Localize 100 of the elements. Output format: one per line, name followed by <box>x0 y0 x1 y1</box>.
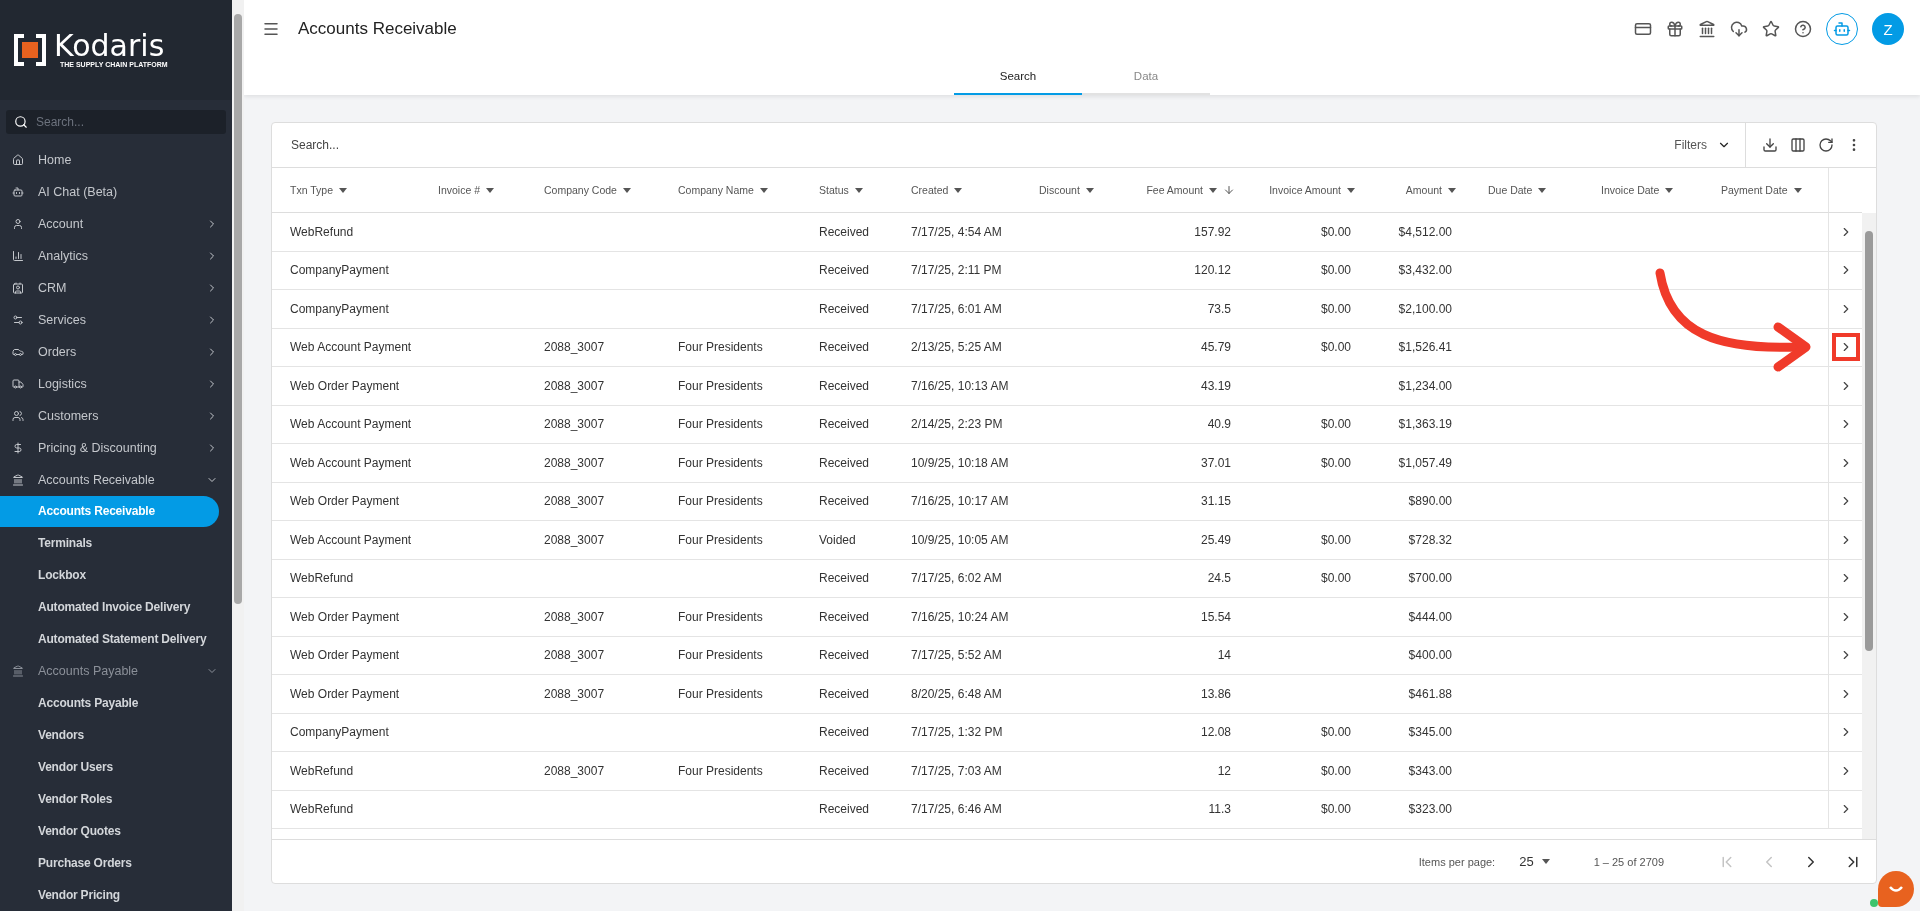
column-header[interactable]: Fee Amount <box>1143 168 1249 213</box>
table-cell: 2/14/25, 2:23 PM <box>911 417 1003 432</box>
table-cell: $1,234.00 <box>1398 378 1452 393</box>
sidebar-subitem[interactable]: Terminals <box>0 527 219 560</box>
sidebar-item[interactable]: Pricing & Discounting <box>0 431 232 464</box>
column-header[interactable]: Amount <box>1369 168 1470 213</box>
sidebar-subitem[interactable]: Automated Statement Delivery <box>0 623 219 656</box>
scrollbar[interactable] <box>1862 213 1876 839</box>
table-cell: CompanyPayment <box>290 725 389 740</box>
dropdown-icon <box>1538 187 1547 193</box>
chat-bubble-icon[interactable] <box>1878 871 1914 907</box>
sidebar-subitem[interactable]: Purchase Orders <box>0 847 219 880</box>
table-cell: Web Account Payment <box>290 340 412 355</box>
sidebar-subitem[interactable]: Automated Invoice Delivery <box>0 591 219 624</box>
table-cell: 2088_3007 <box>544 532 605 547</box>
tab[interactable]: Data <box>1082 58 1210 95</box>
table-cell: $0.00 <box>1320 224 1351 239</box>
column-header[interactable]: Company Name <box>660 168 801 213</box>
sidebar-subitem[interactable]: Lockbox <box>0 559 219 592</box>
help-icon[interactable] <box>1794 20 1812 38</box>
table-cell: $343.00 <box>1408 763 1452 778</box>
range-label: 1 – 25 of 2709 <box>1593 855 1664 868</box>
filters-button[interactable]: Filters <box>1674 123 1746 167</box>
table-cell: 15.54 <box>1200 609 1231 624</box>
sidebar-subitem[interactable]: Accounts Payable <box>0 687 219 720</box>
column-header[interactable]: Invoice Amount <box>1249 168 1369 213</box>
dropdown-icon <box>339 187 347 193</box>
column-header[interactable]: Due Date <box>1470 168 1583 213</box>
column-header[interactable]: Invoice Date <box>1583 168 1703 213</box>
page-size-select[interactable]: 25 <box>1519 854 1550 869</box>
column-header[interactable]: Txn Type <box>272 168 420 213</box>
sidebar-item[interactable]: AI Chat (Beta) <box>0 175 232 208</box>
sidebar-item[interactable]: Account <box>0 207 232 240</box>
column-header[interactable]: Created <box>893 168 1021 213</box>
nav-icon <box>12 313 24 326</box>
table-cell: Four Presidents <box>678 648 763 663</box>
menu-icon[interactable] <box>262 20 280 38</box>
table-cell: $461.88 <box>1408 686 1452 701</box>
refresh-icon[interactable] <box>1818 137 1834 153</box>
table-cell: Received <box>819 763 870 778</box>
dropdown-icon <box>759 187 768 193</box>
table-cell: Four Presidents <box>678 494 763 509</box>
table-cell: $0.00 <box>1320 571 1351 586</box>
sidebar-item[interactable]: Logistics <box>0 367 232 400</box>
sidebar-subitem[interactable]: Vendor Quotes <box>0 815 219 848</box>
column-header[interactable]: Discount <box>1021 168 1143 213</box>
column-header[interactable]: Status <box>801 168 893 213</box>
sidebar-subitem[interactable]: Vendor Users <box>0 751 219 784</box>
table-cell: 7/17/25, 7:03 AM <box>911 763 1002 778</box>
table-cell: $0.00 <box>1320 455 1351 470</box>
bank-icon[interactable] <box>1698 20 1716 38</box>
nav-icon <box>12 473 24 486</box>
gift-icon[interactable] <box>1666 20 1684 38</box>
columns-icon[interactable] <box>1790 137 1806 153</box>
sidebar-item[interactable]: Services <box>0 303 232 336</box>
sidebar-search-field[interactable]: Search... <box>6 109 226 134</box>
dropdown-icon <box>1448 187 1456 193</box>
search-icon <box>14 114 28 129</box>
column-label: Company Name <box>678 184 754 196</box>
star-icon[interactable] <box>1762 20 1780 38</box>
table-cell: 10/9/25, 10:18 AM <box>911 455 1009 470</box>
nav-icon <box>12 377 24 390</box>
sidebar-item[interactable]: Accounts Payable <box>0 655 232 688</box>
sidebar-item[interactable]: Customers <box>0 399 232 432</box>
table-cell: Four Presidents <box>678 609 763 624</box>
sidebar-subitem[interactable]: Vendor Roles <box>0 783 219 816</box>
column-header[interactable]: Invoice # <box>420 168 526 213</box>
table-cell: Web Account Payment <box>290 455 412 470</box>
table-cell: Four Presidents <box>678 378 763 393</box>
sidebar-subitem[interactable]: Vendor Pricing <box>0 879 219 911</box>
table-cell: Four Presidents <box>678 532 763 547</box>
table-cell: Received <box>819 301 870 316</box>
table-cell: Received <box>819 494 870 509</box>
sidebar-item[interactable]: CRM <box>0 271 232 304</box>
scrollbar[interactable] <box>232 0 244 911</box>
table-cell: 2088_3007 <box>544 494 605 509</box>
column-header[interactable]: Payment Date <box>1703 168 1828 213</box>
table-cell: $0.00 <box>1320 725 1351 740</box>
tab[interactable]: Search <box>954 58 1082 95</box>
row-open-button[interactable] <box>1831 333 1860 362</box>
cloud-download-icon[interactable] <box>1730 20 1748 38</box>
table-cell: 2/13/25, 5:25 AM <box>911 340 1002 355</box>
table-cell: $0.00 <box>1320 301 1351 316</box>
dropdown-icon <box>954 187 963 193</box>
sidebar-item[interactable]: Accounts Receivable <box>0 463 232 496</box>
table-cell: 7/16/25, 10:13 AM <box>911 378 1009 393</box>
sidebar-item[interactable]: Orders <box>0 335 232 368</box>
table-cell: Web Order Payment <box>290 648 400 663</box>
table-cell: $1,057.49 <box>1398 455 1452 470</box>
table-cell: 8/20/25, 6:48 AM <box>911 686 1002 701</box>
sidebar-subitem[interactable]: Vendors <box>0 719 219 752</box>
table-cell: Four Presidents <box>678 763 763 778</box>
table-cell: $0.00 <box>1320 802 1351 817</box>
download-icon[interactable] <box>1762 137 1778 153</box>
table-cell: WebRefund <box>290 763 354 778</box>
column-header[interactable]: Company Code <box>526 168 660 213</box>
column-label: Payment Date <box>1721 184 1788 196</box>
sidebar-item[interactable]: Analytics <box>0 239 232 272</box>
sidebar-item[interactable]: Home <box>0 143 232 176</box>
table-cell: $400.00 <box>1408 648 1452 663</box>
